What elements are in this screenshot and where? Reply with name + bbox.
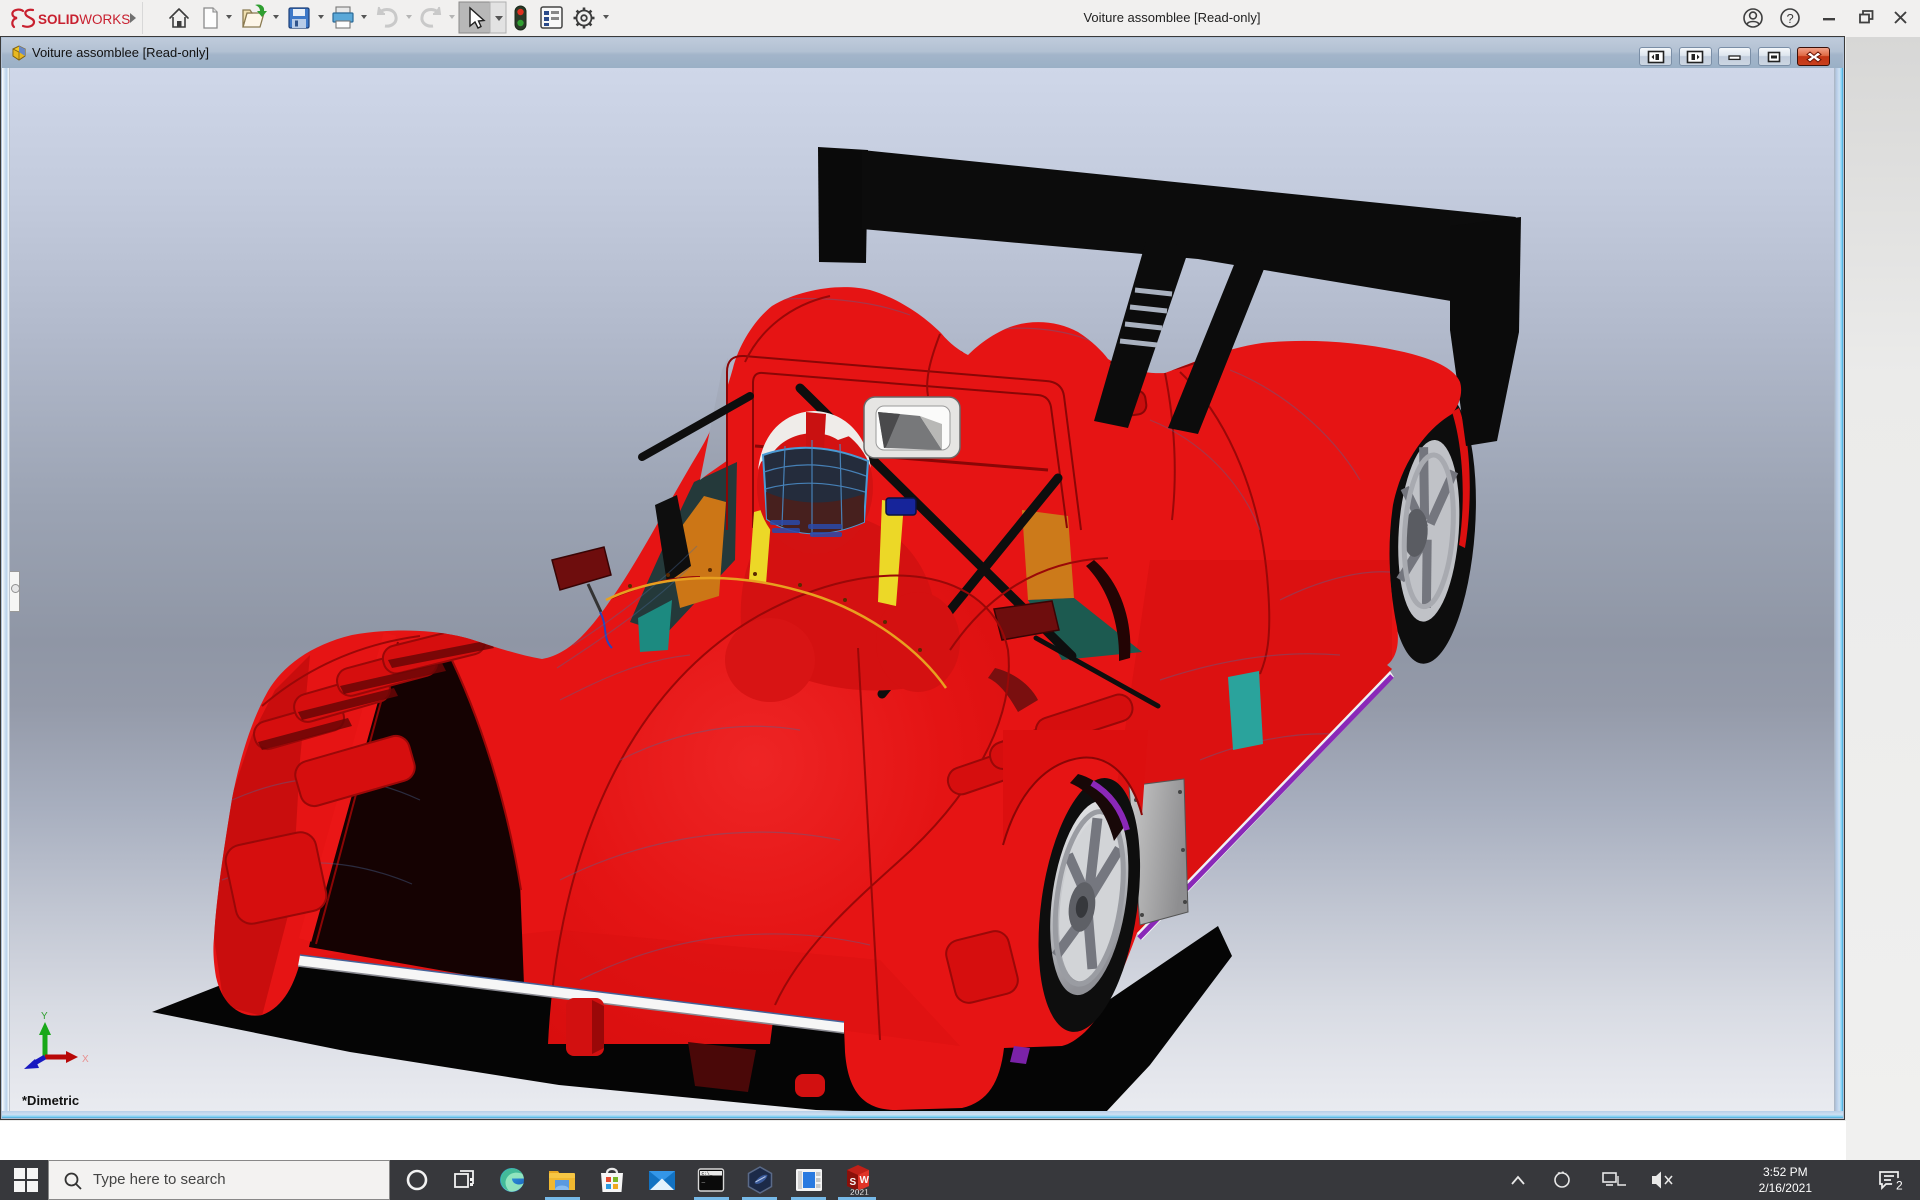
svg-text:Y: Y	[41, 1011, 48, 1022]
svg-text:SOLIDWORKS: SOLIDWORKS	[38, 12, 130, 27]
svg-text:_: _	[701, 1177, 706, 1184]
svg-text:2021: 2021	[850, 1187, 869, 1196]
svg-text:?: ?	[1787, 11, 1794, 26]
svg-text:2: 2	[1896, 1179, 1903, 1193]
svg-text:X: X	[82, 1054, 89, 1065]
svg-text:W: W	[860, 1175, 870, 1186]
